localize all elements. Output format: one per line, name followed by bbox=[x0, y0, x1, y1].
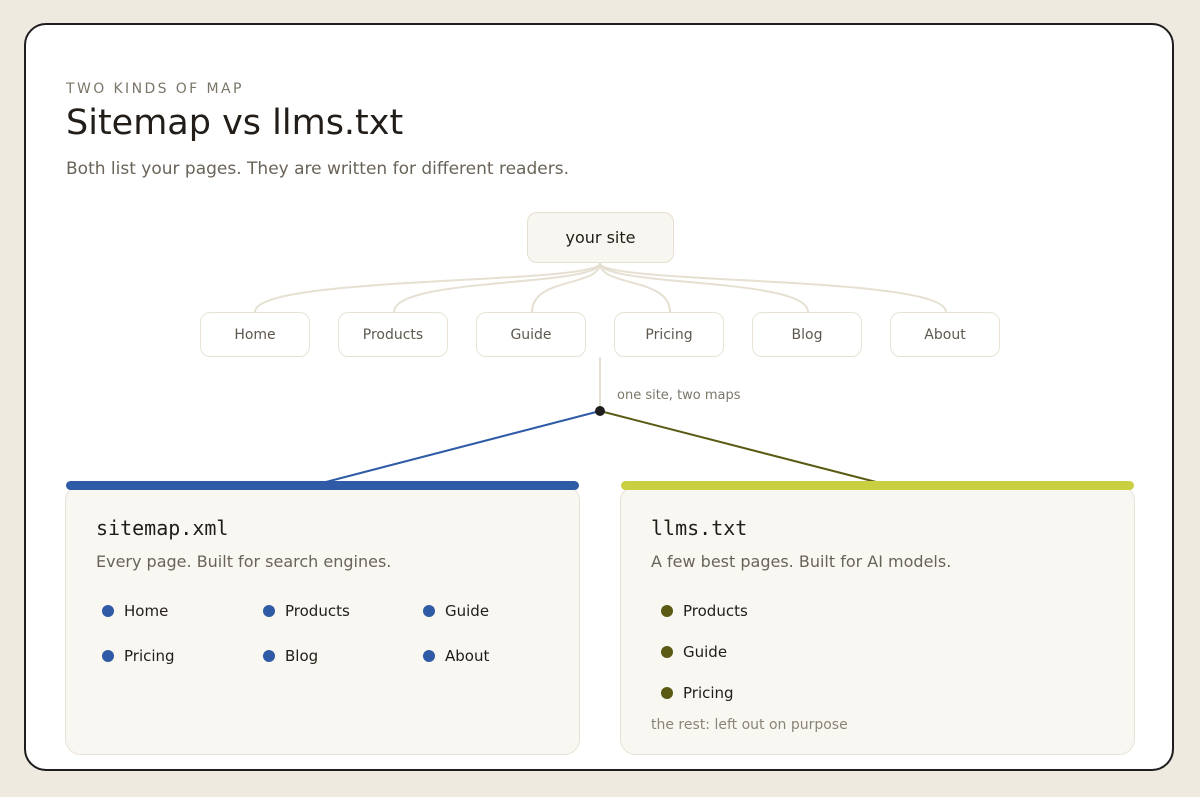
link-to-sitemap bbox=[321, 410, 601, 484]
sitemap-item-label: Products bbox=[285, 602, 350, 620]
sitemap-card: sitemap.xml Every page. Built for search… bbox=[65, 481, 580, 755]
sitemap-item-label: Home bbox=[124, 602, 169, 620]
llms-card-title: llms.txt bbox=[651, 516, 748, 540]
llms-item: Pricing bbox=[661, 684, 734, 702]
llms-item: Products bbox=[661, 602, 748, 620]
link-to-llms bbox=[599, 410, 881, 484]
sitemap-item: Pricing bbox=[102, 647, 175, 665]
branch-blog bbox=[599, 262, 809, 313]
tree-node-guide: Guide bbox=[476, 312, 586, 357]
bullet-dot-icon bbox=[661, 687, 673, 699]
sitemap-item-label: Guide bbox=[445, 602, 490, 620]
bullet-dot-icon bbox=[263, 650, 275, 662]
bullet-dot-icon bbox=[423, 605, 435, 617]
tree-node-blog: Blog bbox=[752, 312, 862, 357]
bullet-dot-icon bbox=[423, 650, 435, 662]
bullet-dot-icon bbox=[102, 650, 114, 662]
tree-node-pricing: Pricing bbox=[614, 312, 724, 357]
sitemap-item: Home bbox=[102, 602, 168, 620]
tree-node-products: Products bbox=[338, 312, 448, 357]
llms-item-label: Pricing bbox=[683, 684, 734, 702]
llms-item-label: Products bbox=[683, 602, 748, 620]
bullet-dot-icon bbox=[661, 646, 673, 658]
bullet-dot-icon bbox=[661, 605, 673, 617]
sitemap-accent-bar bbox=[66, 481, 579, 490]
sitemap-item: Products bbox=[263, 602, 350, 620]
diagram-frame: TWO KINDS OF MAP Sitemap vs llms.txt Bot… bbox=[24, 23, 1174, 771]
sitemap-card-title: sitemap.xml bbox=[96, 516, 229, 540]
sitemap-item: About bbox=[423, 647, 489, 665]
tree-node-home: Home bbox=[200, 312, 310, 357]
sitemap-item: Blog bbox=[263, 647, 318, 665]
sitemap-item-label: Pricing bbox=[124, 647, 175, 665]
bullet-dot-icon bbox=[263, 605, 275, 617]
bullet-dot-icon bbox=[102, 605, 114, 617]
sitemap-item: Guide bbox=[423, 602, 489, 620]
sitemap-item-label: About bbox=[445, 647, 490, 665]
sitemap-item-label: Blog bbox=[285, 647, 319, 665]
join-note: one site, two maps bbox=[617, 388, 741, 403]
llms-item: Guide bbox=[661, 643, 727, 661]
llms-accent-bar bbox=[621, 481, 1134, 490]
join-point bbox=[595, 406, 605, 416]
llms-item-label: Guide bbox=[683, 643, 728, 661]
llms-card-note: the rest: left out on purpose bbox=[651, 717, 848, 733]
branch-home bbox=[254, 262, 601, 313]
tree-node-about: About bbox=[890, 312, 1000, 357]
branch-products bbox=[393, 262, 601, 313]
root-node: your site bbox=[527, 212, 674, 263]
llms-card-description: A few best pages. Built for AI models. bbox=[651, 552, 952, 571]
llms-card: llms.txt A few best pages. Built for AI … bbox=[620, 481, 1135, 755]
branch-about bbox=[599, 262, 947, 313]
sitemap-card-description: Every page. Built for search engines. bbox=[96, 552, 392, 571]
